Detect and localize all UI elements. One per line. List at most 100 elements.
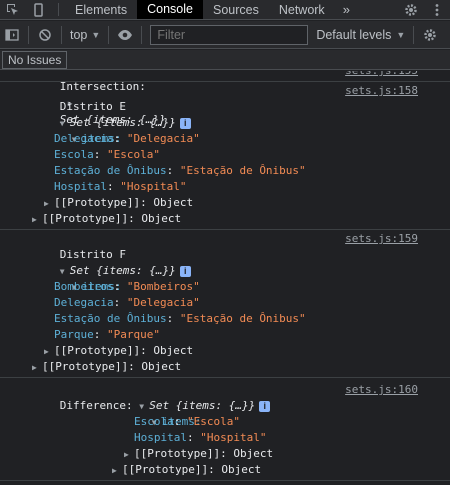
entry-line: Estação de Ônibus: "Estação de Ônibus": [0, 163, 450, 179]
clear-console-icon[interactable]: [33, 28, 57, 42]
prototype-text: [[Prototype]]: Object: [122, 463, 262, 476]
toolbar-separator: [108, 25, 110, 44]
colon: :: [113, 280, 127, 293]
property-key: Delegacia: [54, 132, 114, 145]
entry-line: Hospital: "Hospital": [0, 179, 450, 195]
colon: :: [173, 415, 187, 428]
entry-line: Bombeiros: "Bombeiros": [0, 279, 450, 295]
console-settings-gear-icon[interactable]: [418, 28, 442, 42]
tab-separator: [58, 3, 59, 16]
prototype-line[interactable]: ▶ [[Prototype]]: Object: [0, 211, 450, 227]
entry-line: Hospital: "Hospital": [0, 430, 450, 446]
expand-triangle-icon[interactable]: ▶: [32, 360, 42, 376]
context-label: top: [70, 27, 88, 42]
console-message: Distrito F sets.js:159 ▼ Set {items: {…}}…: [0, 230, 450, 378]
prototype-line[interactable]: ▶ [[Prototype]]: Object: [0, 446, 450, 462]
message-line: Intersection: ▶ Set {items: {…}} sets.js…: [0, 71, 450, 126]
prototype-line[interactable]: ▶ [[Prototype]]: Object: [0, 462, 450, 478]
dropdown-arrow-icon: ▼: [396, 29, 406, 40]
expand-triangle-icon[interactable]: ▶: [124, 447, 134, 463]
prototype-text: [[Prototype]]: Object: [54, 344, 194, 357]
prototype-line[interactable]: ▶ [[Prototype]]: Object: [0, 359, 450, 375]
message-line: Distrito F sets.js:159: [0, 231, 450, 261]
property-value: "Hospital": [120, 180, 187, 193]
log-levels-dropdown[interactable]: Default levels ▼: [316, 28, 405, 42]
prototype-text: [[Prototype]]: Object: [42, 360, 182, 373]
filter-input[interactable]: [150, 24, 309, 45]
entry-line: Escola: "Escola": [0, 147, 450, 163]
property-value: "Estação de Ônibus": [179, 312, 306, 325]
settings-gear-icon[interactable]: [398, 3, 424, 17]
property-key: Escola: [134, 415, 174, 428]
property-value: "Escola": [107, 148, 160, 161]
sidebar-toggle-icon[interactable]: [0, 28, 24, 42]
property-value: "Bombeiros": [126, 280, 200, 293]
colon: :: [113, 132, 127, 145]
set-header-line[interactable]: ▼ Set {items: {…}} i: [0, 247, 450, 277]
console-output: Intersection: ▶ Set {items: {…}} sets.js…: [0, 71, 450, 485]
colon: :: [93, 328, 107, 341]
property-key: Hospital: [54, 180, 107, 193]
expand-triangle-icon[interactable]: ▶: [112, 463, 122, 479]
property-key: Bombeiros: [54, 280, 114, 293]
property-key: Hospital: [134, 431, 187, 444]
message-line: Distrito E sets.js:158: [0, 83, 450, 113]
colon: :: [186, 431, 201, 444]
prototype-line[interactable]: ▶ [[Prototype]]: Object: [0, 343, 450, 359]
source-link[interactable]: sets.js:155: [345, 71, 418, 79]
toolbar-separator: [141, 25, 143, 44]
colon: :: [166, 312, 180, 325]
colon: :: [166, 164, 180, 177]
entry-line: Estação de Ônibus: "Estação de Ônibus": [0, 311, 450, 327]
dropdown-arrow-icon: ▼: [91, 29, 101, 40]
colon: :: [106, 180, 121, 193]
prototype-line[interactable]: ▶ [[Prototype]]: Object: [0, 195, 450, 211]
entry-line: Delegacia: "Delegacia": [0, 131, 450, 147]
context-selector[interactable]: top ▼: [66, 28, 104, 42]
expand-triangle-icon[interactable]: ▶: [44, 196, 54, 212]
kebab-menu-icon[interactable]: [424, 3, 450, 17]
tab-network[interactable]: Network: [269, 0, 335, 19]
property-value: "Delegacia": [126, 296, 200, 309]
devtools-tabbar: Elements Console Sources Network »: [0, 0, 450, 20]
tab-console[interactable]: Console: [137, 0, 203, 19]
toolbar-separator: [28, 25, 29, 44]
property-value: "Delegacia": [126, 132, 200, 145]
console-message: Difference: ▼ Set {items: {…}} i sets.js:1…: [0, 378, 450, 481]
no-issues-button[interactable]: No Issues: [2, 51, 68, 69]
source-link[interactable]: sets.js:160: [345, 382, 418, 398]
more-tabs-button[interactable]: »: [335, 0, 358, 19]
source-link[interactable]: sets.js:159: [345, 231, 418, 247]
inspect-element-icon[interactable]: [0, 0, 26, 19]
source-link[interactable]: sets.js:158: [345, 83, 418, 99]
entry-line: Delegacia: "Delegacia": [0, 295, 450, 311]
items-line[interactable]: ▼ items:: [0, 263, 450, 293]
property-value: "Escola": [187, 415, 240, 428]
tab-sources[interactable]: Sources: [203, 0, 269, 19]
colon: :: [113, 296, 127, 309]
entry-line: Escola: "Escola": [0, 414, 450, 430]
issues-bar: No Issues: [0, 50, 450, 70]
message-line: Difference: ▼ Set {items: {…}} i sets.js:1…: [0, 382, 450, 412]
property-key: Delegacia: [54, 296, 114, 309]
expand-triangle-icon[interactable]: ▶: [32, 212, 42, 228]
set-header-line[interactable]: ▼ Set {items: {…}} i: [0, 99, 450, 129]
property-key: Estação de Ônibus: [54, 164, 167, 177]
prototype-text: [[Prototype]]: Object: [42, 212, 182, 225]
property-key: Parque: [54, 328, 94, 341]
colon: :: [93, 148, 107, 161]
tab-elements[interactable]: Elements: [65, 0, 137, 19]
items-line[interactable]: ▼ items:: [0, 115, 450, 145]
console-toolbar: top ▼ Default levels ▼: [0, 21, 450, 49]
prototype-text: [[Prototype]]: Object: [134, 447, 274, 460]
log-levels-label: Default levels: [316, 27, 392, 42]
prototype-text: [[Prototype]]: Object: [54, 196, 194, 209]
items-line[interactable]: ▼ items:: [0, 398, 450, 428]
device-toolbar-icon[interactable]: [26, 0, 52, 19]
entry-line: Parque: "Parque": [0, 327, 450, 343]
expand-triangle-icon[interactable]: ▶: [44, 344, 54, 360]
console-message: Intersection: ▶ Set {items: {…}} sets.js…: [0, 71, 450, 126]
tabbar-right-icons: [398, 0, 450, 19]
live-expression-eye-icon[interactable]: [113, 29, 137, 41]
property-key: Estação de Ônibus: [54, 312, 167, 325]
